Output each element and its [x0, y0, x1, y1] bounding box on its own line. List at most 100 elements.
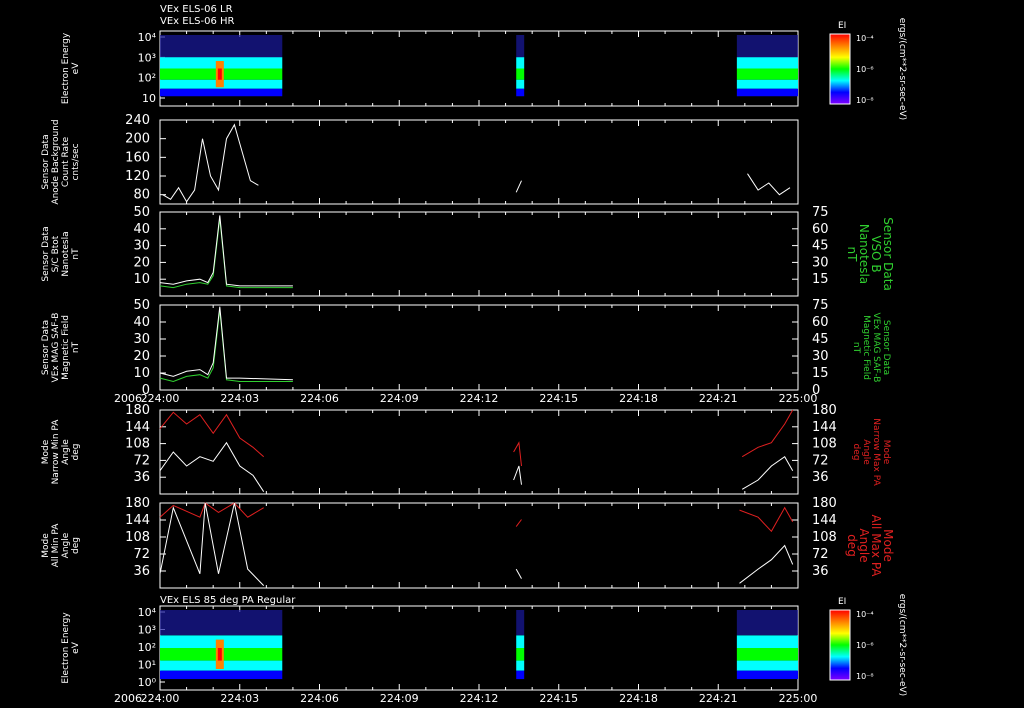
spectrogram-band — [516, 635, 525, 648]
y-axis-label-line: S/C Btot — [51, 235, 61, 272]
right-tick-label: 72 — [812, 453, 829, 468]
colorbar-tick-label: 10⁻⁶ — [856, 641, 874, 650]
x-tick-label: 224:12 — [460, 392, 499, 405]
x-tick-label: 224:21 — [699, 392, 738, 405]
y-axis-label-line: eV — [71, 641, 81, 654]
y-axis-label: Sensor DataS/C BtotNanoteslanT — [41, 226, 81, 281]
right-axis-label: Sensor DataVSO BNanoteslanT — [845, 217, 895, 291]
y-axis-label-line: Angle — [61, 439, 71, 465]
x-tick-label: 224:18 — [619, 692, 658, 705]
spectrogram-band — [736, 35, 798, 58]
colorbar-gradient — [829, 609, 851, 681]
y-axis-label: Sensor DataAnode BackgroundCount Ratecnt… — [41, 119, 81, 204]
colorbar-tick-label: 10⁻⁴ — [856, 34, 874, 43]
right-tick-label: 180 — [812, 496, 837, 511]
y-tick-label: 108 — [125, 530, 150, 545]
spectrogram-band — [516, 79, 525, 89]
panel-spec1: Electron EnergyeV 10⁴ 10³ 10² 10 — [61, 30, 799, 107]
colorbar-2: EI 10⁻⁴ 10⁻⁶ 10⁻⁸ ergs/(cm**2-sr-sec-eV) — [829, 594, 907, 696]
y-tick-label: 20 — [133, 255, 150, 270]
panel-count: Sensor DataAnode BackgroundCount Ratecnt… — [41, 113, 799, 205]
colorbar-units: ergs/(cm**2-sr-sec-eV) — [897, 594, 907, 696]
x-tick-label: 224:15 — [539, 692, 578, 705]
colorbar-tick-label: 10⁻⁸ — [856, 672, 874, 681]
y-axis-label-line: deg — [71, 444, 81, 461]
right-tick-label: 180 — [812, 403, 837, 418]
spectrogram-band — [160, 88, 283, 97]
y-axis-label-line: nT — [71, 248, 81, 260]
colorbar-tick-label: 10⁻⁸ — [856, 96, 874, 105]
y-axis-label: Sensor DataVEx MAG SAF-BMagnetic FieldnT — [41, 313, 81, 383]
right-tick-label: 36 — [812, 564, 829, 579]
y-tick-label: 10² — [138, 72, 156, 85]
y-tick-label: 10⁴ — [138, 31, 157, 44]
panel-frame — [159, 119, 799, 205]
y-axis-label-line: Sensor Data — [41, 320, 51, 375]
y-tick-label: 10 — [142, 92, 156, 105]
spectrogram-hotspot — [217, 68, 222, 80]
x-tick-label: 224:00 — [141, 392, 180, 405]
y-axis-label-line: eV — [71, 62, 81, 75]
right-axis-label-line: deg — [851, 444, 861, 461]
spectrogram-band — [736, 660, 798, 671]
spectrogram-band — [516, 68, 525, 80]
y-tick-label: 50 — [133, 298, 150, 313]
right-axis-label: ModeNarrow Max PAAngledeg — [851, 418, 891, 486]
panel-frame — [159, 409, 799, 495]
year-label: 2006 — [114, 692, 142, 705]
x-tick-label: 224:03 — [220, 392, 259, 405]
spectrogram-band — [736, 79, 798, 89]
spectrogram-band — [736, 635, 798, 648]
y-axis-label-line: Count Rate — [61, 136, 71, 187]
spectrogram-band — [736, 68, 798, 80]
x-tick-label: 224:03 — [220, 692, 259, 705]
y-tick-label: 144 — [125, 420, 150, 435]
right-axis-label-line: Mode — [881, 440, 891, 465]
right-tick-label: 144 — [812, 513, 837, 528]
y-tick-label: 30 — [133, 239, 150, 254]
y-tick-label: 20 — [133, 349, 150, 364]
y-tick-label: 72 — [133, 547, 150, 562]
y-tick-label: 120 — [125, 169, 150, 184]
y-tick-label: 40 — [133, 222, 150, 237]
panel-frame — [159, 211, 799, 297]
y-axis-label: Electron EnergyeV — [61, 32, 81, 104]
panel-narrow: ModeNarrow Min PAAngledeg367210814418036… — [41, 403, 891, 495]
spectrogram-hotspot — [217, 648, 222, 661]
colorbar-tick-label: 10⁻⁶ — [856, 65, 874, 74]
els-summary-plot: VEx ELS-06 LR VEx ELS-06 HR VEx ELS 85 d… — [41, 4, 907, 705]
right-tick-label: 36 — [812, 470, 829, 485]
x-tick-label: 225:00 — [779, 392, 818, 405]
right-tick-label: 60 — [812, 315, 829, 330]
panel-frame — [159, 304, 799, 391]
right-tick-label: 15 — [812, 272, 829, 287]
colorbar-units: ergs/(cm**2-sr-sec-eV) — [897, 18, 907, 120]
spectrogram-band — [516, 648, 525, 661]
y-axis-label-line: Narrow Min PA — [51, 419, 61, 485]
right-tick-label: 75 — [812, 298, 829, 313]
y-axis-label-line: All Min PA — [51, 523, 61, 568]
spectrogram-band — [160, 610, 283, 636]
spectrogram-band — [736, 648, 798, 661]
right-axis-label-line: nT — [851, 342, 861, 354]
x-tick-label: 224:21 — [699, 692, 738, 705]
x-tick-label: 224:06 — [300, 692, 339, 705]
spectrogram-band — [736, 88, 798, 97]
spectrogram-band — [736, 670, 798, 680]
right-axis-label: Sensor DataVEx MAG SAF-BMagnetic FieldnT — [851, 313, 891, 383]
x-tick-label: 224:18 — [619, 392, 658, 405]
x-tick-label: 224:12 — [460, 692, 499, 705]
y-axis-label-line: Magnetic Field — [61, 315, 71, 380]
y-tick-label: 160 — [125, 150, 150, 165]
right-axis-label-line: Angle — [861, 439, 871, 465]
y-axis-label-line: cnts/sec — [71, 143, 81, 180]
y-tick-label: 10 — [133, 272, 150, 287]
y-tick-label: 10⁴ — [138, 606, 157, 619]
spectrogram-band — [516, 88, 525, 97]
right-tick-label: 75 — [812, 205, 829, 220]
spectrogram-band — [736, 57, 798, 69]
y-tick-label: 200 — [125, 132, 150, 147]
x-tick-label: 224:09 — [380, 692, 419, 705]
y-axis-label-line: Mode — [41, 533, 51, 558]
colorbar-label: EI — [838, 597, 846, 607]
